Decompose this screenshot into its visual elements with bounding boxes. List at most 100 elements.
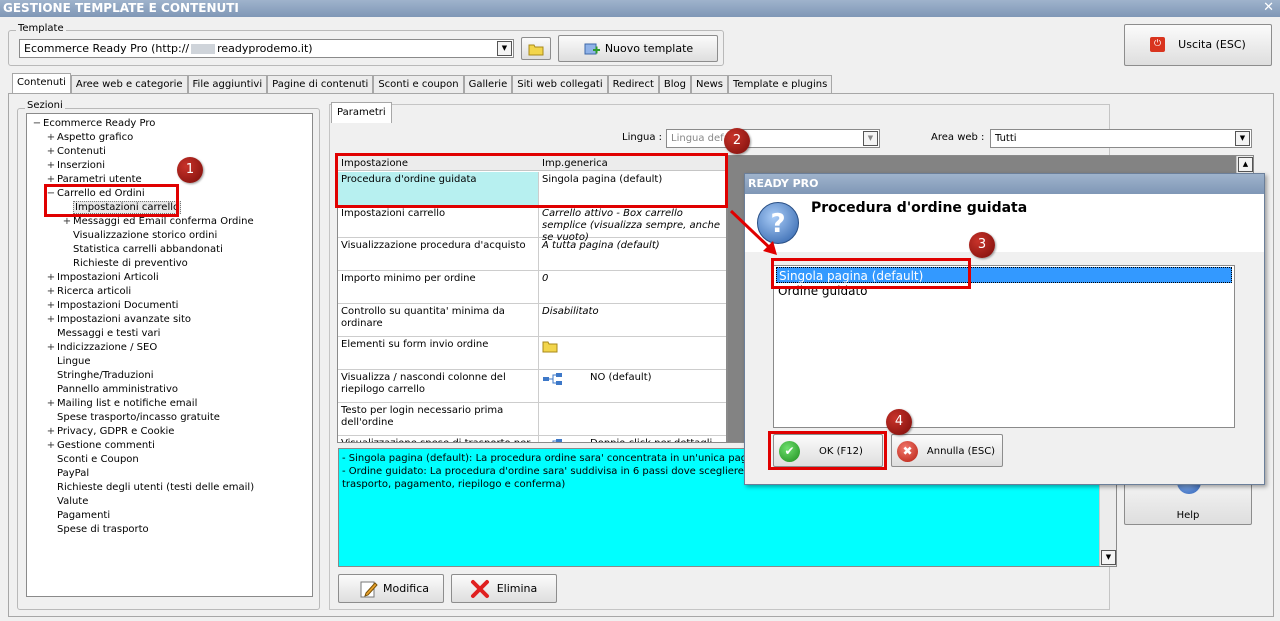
tree-item-label: Visualizzazione storico ordini [73,230,218,241]
tree-item[interactable]: Visualizzazione storico ordini [61,229,217,243]
folder-icon[interactable] [542,339,558,356]
expand-icon[interactable]: + [45,313,57,327]
tree-item[interactable]: + Impostazioni Articoli [45,271,159,285]
sections-group-label: Sezioni [25,100,65,112]
main-tabs: Contenuti Aree web e categorie File aggi… [12,73,833,94]
tree-item[interactable]: + Aspetto grafico [45,131,133,145]
cancel-icon: ✖ [897,441,918,462]
tree-item[interactable]: + Privacy, GDPR e Cookie [45,425,175,439]
tree-item[interactable]: PayPal [45,467,89,481]
tab-redirect[interactable]: Redirect [607,75,659,94]
tree-item[interactable]: Statistica carrelli abbandonati [61,243,223,257]
tree-item[interactable]: Stringhe/Traduzioni [45,369,154,383]
tree-item[interactable]: Spese trasporto/incasso gratuite [45,411,220,425]
tree-item[interactable]: + Messaggi ed Email conferma Ordine [61,215,254,229]
chevron-down-icon[interactable]: ▼ [863,131,878,146]
table-row[interactable]: Visualizzazione procedura d'acquisto A tu… [338,238,726,271]
expand-icon[interactable]: + [45,131,57,145]
tab-siti-collegati[interactable]: Siti web collegati [512,75,608,94]
column-divider [538,370,539,402]
tree-item[interactable]: + Ricerca articoli [45,285,131,299]
column-divider [538,238,539,270]
tree-item[interactable]: Lingue [45,355,91,369]
tree-item[interactable]: + Impostazioni avanzate sito [45,313,191,327]
tree-item[interactable]: Richieste degli utenti (testi delle emai… [45,481,254,495]
tree-item[interactable]: Richieste di preventivo [61,257,188,271]
table-row[interactable]: Elementi su form invio ordine [338,337,726,370]
table-row[interactable]: Importo minimo per ordine 0 [338,271,726,304]
scroll-up-icon[interactable]: ▲ [1238,157,1253,172]
tab-parametri[interactable]: Parametri [331,102,392,123]
table-row[interactable]: Impostazioni carrello Carrello attivo - B… [338,206,726,243]
lingua-select[interactable]: Lingua default ▼ [666,129,880,148]
tab-contenuti[interactable]: Contenuti [12,73,71,94]
tab-sconti-coupon[interactable]: Sconti e coupon [373,75,464,94]
expand-icon[interactable]: + [45,145,57,159]
options-listbox[interactable]: Singola pagina (default) Ordine guidato [773,265,1235,428]
tree-item[interactable]: − Ecommerce Ready Pro [31,117,156,131]
collapse-icon[interactable]: − [31,117,43,131]
highlight-box-2 [335,153,728,208]
setting-name: Visualizzazione spese di trasporto per [341,438,536,442]
highlight-box-4 [768,431,887,470]
scroll-down-icon[interactable]: ▼ [1101,550,1116,565]
chevron-down-icon[interactable]: ▼ [497,41,512,56]
expand-icon[interactable]: + [45,285,57,299]
setting-name: Testo per login necessario prima dell'or… [341,405,504,428]
template-group-label: Template [16,23,66,35]
tab-blog[interactable]: Blog [658,75,691,94]
expand-icon[interactable]: + [45,341,57,355]
tab-file-aggiuntivi[interactable]: File aggiuntivi [187,75,268,94]
tree-item[interactable]: Sconti e Coupon [45,453,139,467]
folder-icon [528,44,544,56]
table-row[interactable]: Visualizza / nascondi colonne del riepil… [338,370,726,403]
tree-structure-icon[interactable] [542,438,564,442]
expand-icon[interactable]: + [45,159,57,173]
expand-icon[interactable]: + [45,271,57,285]
expand-icon[interactable]: + [45,439,57,453]
tree-structure-icon[interactable] [542,372,564,389]
new-template-button[interactable]: Nuovo template [558,35,718,62]
tab-pagine-contenuti[interactable]: Pagine di contenuti [267,75,374,94]
callout-badge-3: 3 [969,232,995,258]
tree-item-label: Valute [57,496,89,507]
close-window-icon[interactable]: ✕ [1263,0,1274,16]
tab-template-plugins[interactable]: Template e plugins [728,75,833,94]
elimina-button[interactable]: Elimina [451,574,557,603]
tree-item[interactable]: + Inserzioni [45,159,105,173]
tree-item-label: Aspetto grafico [57,132,134,143]
tree-item[interactable]: + Gestione commenti [45,439,155,453]
browse-folder-button[interactable] [521,37,551,60]
table-row[interactable]: Visualizzazione spese di trasporto per Do… [338,436,726,442]
redacted-block [191,44,216,54]
exit-button[interactable]: ⏻ Uscita (ESC) [1124,24,1272,66]
table-row[interactable]: Controllo su quantita' minima da ordinar… [338,304,726,337]
dialog-heading: Procedura d'ordine guidata [811,200,1028,216]
setting-name: Controllo su quantita' minima da ordinar… [341,306,505,329]
cancel-button[interactable]: ✖ Annulla (ESC) [891,434,1003,467]
area-web-select[interactable]: Tutti ▼ [990,129,1252,148]
expand-icon[interactable]: + [61,215,73,229]
tree-item[interactable]: Pannello amministrativo [45,383,178,397]
template-select[interactable]: Ecommerce Ready Pro (http:// readyprodemo… [19,39,514,58]
tree-item[interactable]: Messaggi e testi vari [45,327,160,341]
tree-item-label: PayPal [57,468,90,479]
tree-item[interactable]: + Mailing list e notifiche email [45,397,198,411]
tree-item[interactable]: + Contenuti [45,145,106,159]
tree-item[interactable]: Pagamenti [45,509,110,523]
tree-item[interactable]: Valute [45,495,88,509]
tree-item-label: Mailing list e notifiche email [57,398,198,409]
tree-item[interactable]: + Indicizzazione / SEO [45,341,157,355]
expand-icon[interactable]: + [45,425,57,439]
modifica-button[interactable]: Modifica [338,574,444,603]
table-row[interactable]: Testo per login necessario prima dell'or… [338,403,726,436]
tab-aree-web[interactable]: Aree web e categorie [70,75,188,94]
tree-item[interactable]: Spese di trasporto [45,523,149,537]
tab-news[interactable]: News [690,75,729,94]
expand-icon[interactable]: + [45,397,57,411]
tab-gallerie[interactable]: Gallerie [463,75,513,94]
column-divider [538,337,539,369]
expand-icon[interactable]: + [45,299,57,313]
tree-item[interactable]: + Impostazioni Documenti [45,299,179,313]
chevron-down-icon[interactable]: ▼ [1235,131,1250,146]
